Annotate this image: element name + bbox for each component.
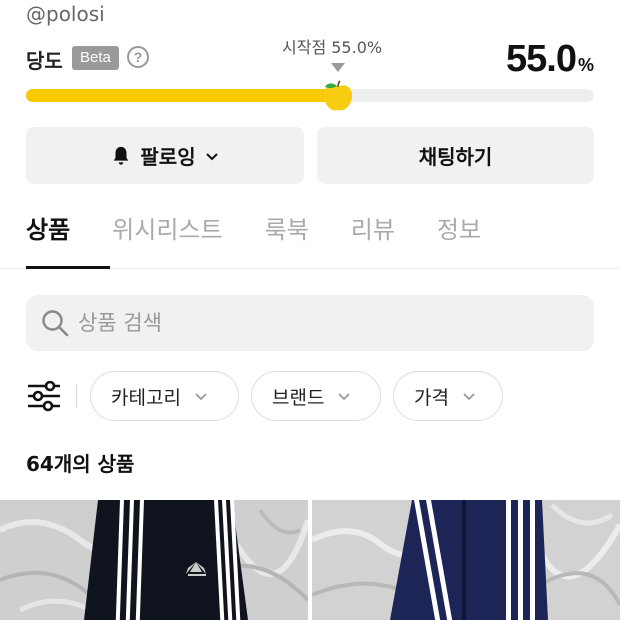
follow-button-label: 팔로잉 [140,145,196,169]
filter-price[interactable]: 가격 [393,371,503,421]
sweetness-bar [26,89,594,102]
shop-tabs: 상품 위시리스트 룩북 리뷰 정보 [26,210,523,269]
sweetness-value-unit: % [577,55,594,75]
product-card[interactable] [312,500,620,620]
product-count-suffix: 개의 상품 [53,452,135,476]
filter-brand[interactable]: 브랜드 [251,371,381,421]
sweetness-bar-fill [26,89,338,102]
sweetness-value-number: 55.0 [506,38,577,80]
chevron-down-icon [205,152,218,160]
filter-category[interactable]: 카테고리 [90,371,239,421]
chevron-down-icon [463,393,475,401]
active-tab-indicator [26,266,110,269]
shop-handle: @polosi [26,2,105,26]
filter-category-label: 카테고리 [111,386,181,409]
beta-badge: Beta [72,46,119,70]
bell-icon [114,146,129,165]
start-point-label: 시작점 55.0% [282,38,383,57]
yellow-apple-icon [323,80,353,111]
tab-wishlist[interactable]: 위시리스트 [112,210,222,269]
chat-button-label: 채팅하기 [418,145,493,169]
follow-button[interactable]: 팔로잉 [26,127,304,184]
question-circle-icon[interactable]: ? [127,46,149,68]
search-icon [42,310,69,337]
filter-brand-label: 브랜드 [272,386,325,409]
tab-reviews[interactable]: 리뷰 [351,210,395,269]
chevron-down-icon [195,393,207,401]
sliders-icon[interactable] [26,380,62,412]
sweetness-value: 55.0% [506,38,594,81]
tab-products[interactable]: 상품 [26,210,70,269]
tab-info[interactable]: 정보 [437,210,481,269]
search-input[interactable] [78,295,578,351]
product-image-navy-track-pants [312,500,620,620]
filter-price-label: 가격 [414,386,449,409]
product-image-black-track-pants [0,500,308,620]
filter-divider [76,384,77,408]
chat-button[interactable]: 채팅하기 [317,127,594,184]
start-point-marker [331,63,345,72]
product-count-number: 64 [26,452,54,476]
product-search[interactable] [26,295,594,351]
product-count: 64개의 상품 [26,448,134,477]
tab-lookbook[interactable]: 룩북 [265,210,309,269]
chevron-down-icon [338,393,351,401]
product-card[interactable] [0,500,308,620]
sweetness-label: 당도 [26,49,63,73]
